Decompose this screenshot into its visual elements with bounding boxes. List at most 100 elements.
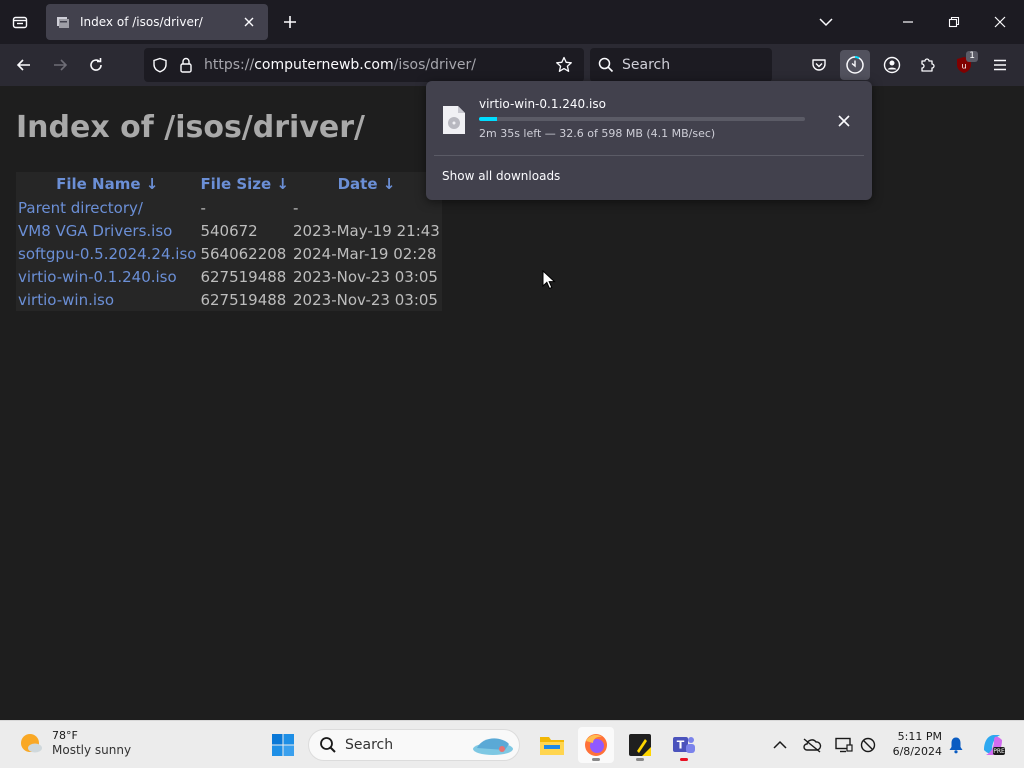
pocket-button[interactable] xyxy=(804,50,834,80)
file-size-cell: 627519488 xyxy=(200,267,287,286)
file-link[interactable]: virtio-win.iso xyxy=(18,291,114,309)
svg-text:T: T xyxy=(677,739,685,752)
minimize-button[interactable] xyxy=(894,8,922,36)
file-name-cell[interactable]: Parent directory/ xyxy=(16,196,198,219)
file-date-cell: 2023-Nov-23 03:05 xyxy=(293,267,438,286)
table-header-row: File Name ↓ File Size ↓ Date ↓ xyxy=(16,172,442,196)
file-name-cell[interactable]: virtio-win-0.1.240.iso xyxy=(16,265,198,288)
table-row: VM8 VGA Drivers.iso 540672 2023-May-19 2… xyxy=(16,219,442,242)
taskbar-firefox[interactable] xyxy=(578,727,614,763)
notifications-button[interactable] xyxy=(946,735,966,755)
iso-file-icon xyxy=(443,106,465,134)
taskbar-sticky-notes[interactable] xyxy=(622,727,658,763)
new-tab-button[interactable] xyxy=(276,8,304,36)
firefox-icon xyxy=(585,734,607,756)
search-icon xyxy=(598,57,614,73)
clock-time: 5:11 PM xyxy=(897,730,942,743)
app-menu-button[interactable] xyxy=(985,50,1015,80)
puzzle-icon xyxy=(921,58,935,72)
account-icon xyxy=(883,56,901,74)
extension-badge: 1 xyxy=(966,51,978,62)
url-text[interactable]: https://computernewb.com/isos/driver/ xyxy=(204,57,548,73)
screen: Index of /isos/driver/ https://computern… xyxy=(0,0,1024,768)
search-highlight-icon[interactable] xyxy=(469,730,517,760)
file-name-cell[interactable]: softgpu-0.5.2024.24.iso xyxy=(16,242,198,265)
downloads-button[interactable] xyxy=(840,50,870,80)
url-scheme: https:// xyxy=(204,57,255,73)
copilot-icon: PRE xyxy=(984,735,1005,755)
search-icon xyxy=(320,737,336,753)
close-window-button[interactable] xyxy=(986,8,1014,36)
url-host: computernewb.com xyxy=(254,57,394,73)
column-header-date[interactable]: Date ↓ xyxy=(291,172,442,196)
file-link[interactable]: virtio-win-0.1.240.iso xyxy=(18,268,177,286)
clock-date: 6/8/2024 xyxy=(892,745,942,758)
weather-widget[interactable]: 78°F Mostly sunny xyxy=(18,729,131,758)
file-size-cell: - xyxy=(200,198,206,217)
file-size-cell: 540672 xyxy=(200,221,258,240)
shield-icon[interactable] xyxy=(150,55,170,75)
column-header-file-size[interactable]: File Size ↓ xyxy=(198,172,291,196)
page-title: Index of /isos/driver/ xyxy=(16,110,365,145)
network-tray-button[interactable] xyxy=(858,735,878,755)
close-icon xyxy=(838,115,850,127)
file-link[interactable]: VM8 VGA Drivers.iso xyxy=(18,222,172,240)
clock[interactable]: 5:11 PM 6/8/2024 xyxy=(884,729,942,759)
tab-index-isos-driver[interactable]: Index of /isos/driver/ xyxy=(46,4,268,40)
forward-button[interactable] xyxy=(45,50,75,80)
bookmark-star-button[interactable] xyxy=(554,55,574,75)
show-hidden-icons-button[interactable] xyxy=(770,735,790,755)
restore-button[interactable] xyxy=(940,8,968,36)
table-row: Parent directory/ - - xyxy=(16,196,442,219)
arrow-left-icon xyxy=(16,59,30,71)
lock-icon[interactable] xyxy=(176,55,196,75)
taskbar-file-explorer[interactable] xyxy=(534,727,570,763)
chevron-down-icon xyxy=(819,18,833,27)
minimize-icon xyxy=(903,21,913,23)
taskbar: 78°F Mostly sunny Search T 5:11 PM 6/8/2… xyxy=(0,720,1024,768)
column-header-file-name[interactable]: File Name ↓ xyxy=(16,172,198,196)
file-size-cell: 564062208 xyxy=(200,244,287,263)
display-tray-button[interactable] xyxy=(834,735,854,755)
running-indicator xyxy=(636,758,644,761)
show-all-downloads-button[interactable]: Show all downloads xyxy=(442,169,560,183)
ublock-extension-button[interactable]: u 1 xyxy=(949,50,979,80)
tab-title: Index of /isos/driver/ xyxy=(80,15,203,29)
parent-directory-link[interactable]: Parent directory/ xyxy=(18,199,143,217)
file-name-cell[interactable]: virtio-win.iso xyxy=(16,288,198,311)
back-button[interactable] xyxy=(9,50,39,80)
mouse-cursor-icon xyxy=(542,270,556,290)
account-button[interactable] xyxy=(877,50,907,80)
cancel-download-button[interactable] xyxy=(830,107,858,135)
tab-close-button[interactable] xyxy=(240,13,258,31)
cloud-offline-icon xyxy=(803,738,822,753)
search-bar[interactable]: Search xyxy=(590,48,772,82)
reload-button[interactable] xyxy=(81,50,111,80)
list-all-tabs-button[interactable] xyxy=(812,8,840,36)
file-size-cell: 627519488 xyxy=(200,290,287,309)
pocket-icon xyxy=(812,59,826,71)
taskbar-teams[interactable]: T xyxy=(666,727,702,763)
table-row: softgpu-0.5.2024.24.iso 564062208 2024-M… xyxy=(16,242,442,265)
file-name-cell[interactable]: VM8 VGA Drivers.iso xyxy=(16,219,198,242)
extensions-button[interactable] xyxy=(913,50,943,80)
start-button[interactable] xyxy=(265,727,301,763)
copilot-button[interactable]: PRE xyxy=(980,732,1006,758)
taskbar-search[interactable]: Search xyxy=(308,729,520,761)
download-progress-bar xyxy=(479,117,805,121)
teams-icon: T xyxy=(673,737,695,753)
file-explorer-icon xyxy=(540,737,564,755)
file-listing-table: File Name ↓ File Size ↓ Date ↓ Parent di… xyxy=(16,172,442,311)
file-favicon xyxy=(56,14,72,30)
table-row: virtio-win-0.1.240.iso 627519488 2023-No… xyxy=(16,265,442,288)
tab-list-button[interactable] xyxy=(6,8,34,36)
bell-icon xyxy=(949,737,963,754)
url-bar[interactable]: https://computernewb.com/isos/driver/ xyxy=(144,48,584,82)
url-path: /isos/driver/ xyxy=(393,57,477,73)
download-file-name[interactable]: virtio-win-0.1.240.iso xyxy=(479,97,606,111)
download-status: 2m 35s left — 32.6 of 598 MB (4.1 MB/sec… xyxy=(479,127,716,140)
tab-list-icon xyxy=(12,16,28,29)
windows-start-icon xyxy=(272,734,294,756)
onedrive-tray-button[interactable] xyxy=(802,735,822,755)
file-link[interactable]: softgpu-0.5.2024.24.iso xyxy=(18,245,196,263)
